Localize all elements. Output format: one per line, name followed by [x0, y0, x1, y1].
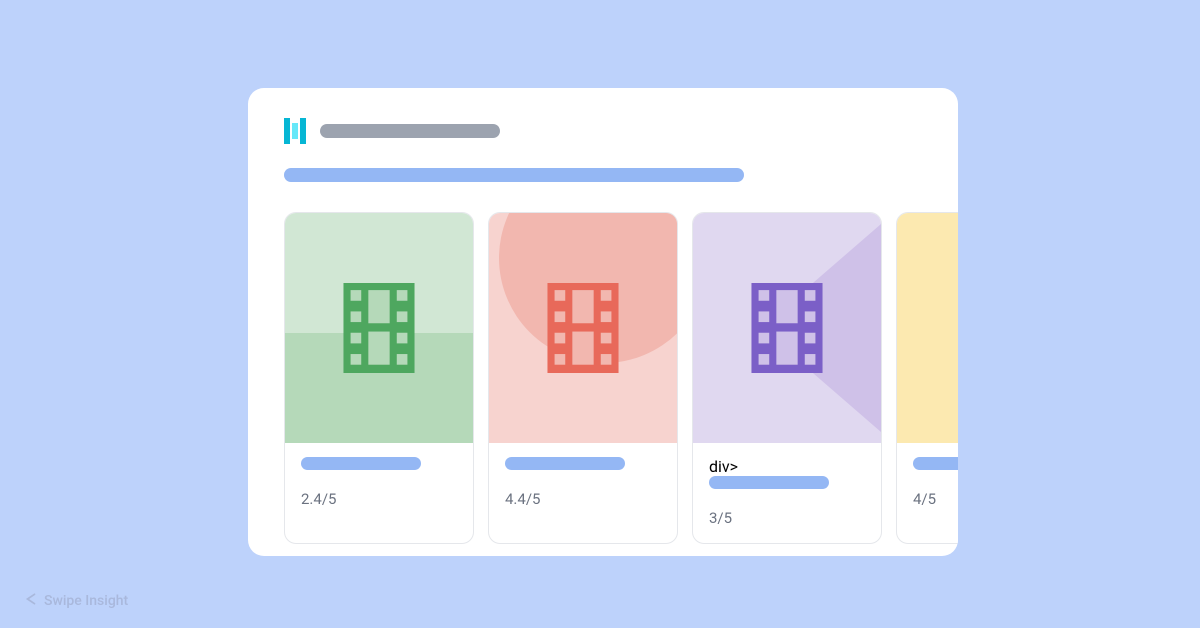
subtitle-placeholder	[284, 168, 744, 182]
result-card[interactable]: 4/5	[896, 212, 958, 544]
result-card[interactable]: div> 3/5	[692, 212, 882, 544]
card-rating: 4.4/5	[505, 490, 661, 508]
card-thumbnail	[489, 213, 677, 443]
card-rating: 2.4/5	[301, 490, 457, 508]
result-card[interactable]: 2.4/5	[284, 212, 474, 544]
card-meta: div> 3/5	[693, 443, 881, 543]
card-thumbnail	[693, 213, 881, 443]
card-meta: 4/5	[897, 443, 958, 524]
brand-logo-icon	[284, 118, 306, 144]
film-icon	[751, 283, 823, 373]
card-meta: 2.4/5	[285, 443, 473, 524]
cards-carousel[interactable]: 2.4/5	[248, 182, 958, 544]
film-icon	[343, 283, 415, 373]
card-meta: 4.4/5	[489, 443, 677, 524]
watermark-text: Swipe Insight	[44, 593, 128, 609]
results-panel: 2.4/5	[248, 88, 958, 556]
card-title-placeholder	[913, 457, 958, 470]
title-placeholder	[320, 124, 500, 138]
card-rating: 4/5	[913, 490, 958, 508]
card-title-placeholder	[709, 476, 829, 489]
card-title-placeholder	[505, 457, 625, 470]
card-title-placeholder	[301, 457, 421, 470]
result-card[interactable]: 4.4/5	[488, 212, 678, 544]
card-rating: 3/5	[709, 509, 865, 527]
card-thumbnail	[897, 213, 958, 443]
header-row	[284, 118, 922, 144]
watermark: Swipe Insight	[24, 591, 128, 610]
card-thumbnail	[285, 213, 473, 443]
swipe-icon	[24, 591, 38, 610]
panel-header	[248, 88, 958, 182]
film-icon	[547, 283, 619, 373]
